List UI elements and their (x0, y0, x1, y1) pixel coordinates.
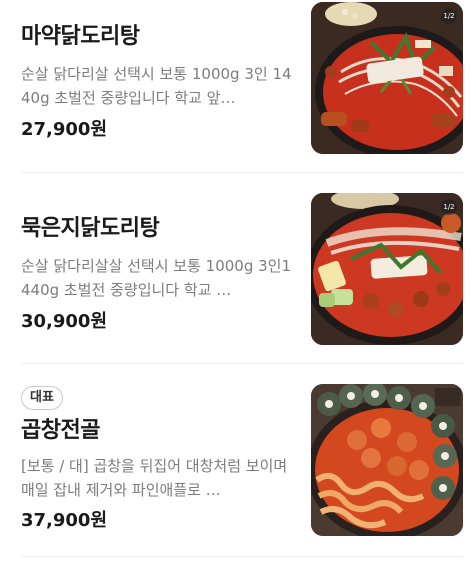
menu-item-dakdoritang[interactable]: 마약닭도리탕 순살 닭다리살 선택시 보통 1000g 3인 1440g 초벌전… (0, 0, 473, 172)
menu-item-name: 곱창전골 (21, 418, 100, 443)
gopchang-hotpot-photo-icon (311, 384, 463, 536)
menu-item-name: 묵은지닭도리탕 (21, 216, 160, 241)
menu-item-photo[interactable] (311, 384, 463, 536)
image-counter: 1/2 (441, 8, 457, 24)
menu-item-description: 순살 닭다리살 선택시 보통 1000g 3인 1440g 초벌전 중량입니다 … (21, 65, 292, 107)
menu-item-price: 30,900원 (21, 311, 108, 332)
divider (21, 556, 463, 557)
spicy-chicken-stew-photo-icon (311, 2, 463, 154)
image-counter: 1/2 (441, 199, 457, 215)
menu-item-price: 37,900원 (21, 510, 108, 531)
menu-item-description: [보통 / 대] 곱창을 뒤집어 대창처럼 보이며 매일 잡내 제거와 파인애플… (21, 457, 288, 499)
menu-item-price: 27,900원 (21, 119, 108, 140)
menu-item-description: 순살 닭다리살살 선택시 보통 1000g 3인1440g 초벌전 중량입니다 … (21, 257, 292, 299)
menu-item-photo[interactable]: 1/2 (311, 2, 463, 154)
menu-item-mukeunji-dakdoritang[interactable]: 묵은지닭도리탕 순살 닭다리살살 선택시 보통 1000g 3인1440g 초벌… (0, 173, 473, 363)
menu-item-photo[interactable]: 1/2 (311, 193, 463, 345)
signature-badge: 대표 (21, 386, 63, 410)
menu-item-gopchang-jeongol[interactable]: 대표 곱창전골 [보통 / 대] 곱창을 뒤집어 대창처럼 보이며 매일 잡내 … (0, 364, 473, 554)
kimchi-chicken-stew-photo-icon (311, 193, 463, 345)
menu-list: 마약닭도리탕 순살 닭다리살 선택시 보통 1000g 3인 1440g 초벌전… (0, 0, 473, 576)
menu-item-name: 마약닭도리탕 (21, 24, 140, 49)
